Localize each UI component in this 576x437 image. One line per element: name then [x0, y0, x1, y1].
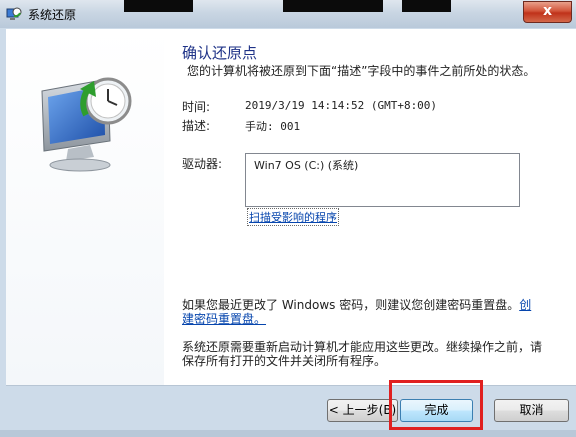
background-strip — [283, 0, 383, 12]
drives-label: 驱动器: — [182, 157, 223, 171]
background-strip — [402, 0, 451, 12]
password-note-text: 如果您最近更改了 Windows 密码，则建议您创建密码重置盘。 — [182, 298, 520, 312]
back-button[interactable]: < 上一步(B) — [327, 399, 398, 422]
divider — [6, 385, 576, 386]
system-restore-icon — [6, 7, 22, 20]
time-value: 2019/3/19 14:14:52 (GMT+8:00) — [245, 99, 438, 112]
restart-note: 系统还原需要重新启动计算机才能应用这些更改。继续操作之前，请保存所有打开的文件并… — [182, 340, 543, 368]
left-banner-pane — [6, 29, 164, 385]
password-note: 如果您最近更改了 Windows 密码，则建议您创建密码重置盘。创建密码重置盘。 — [182, 298, 542, 326]
window-title: 系统还原 — [28, 8, 77, 22]
description-value: 手动: 001 — [245, 120, 301, 133]
scan-affected-programs-link[interactable]: 扫描受影响的程序 — [247, 208, 339, 226]
background-strip — [124, 0, 193, 12]
drives-list[interactable]: Win7 OS (C:) (系统) — [245, 153, 520, 207]
main-content-pane — [164, 29, 576, 385]
description-label: 描述: — [182, 119, 211, 133]
cancel-button[interactable]: 取消 — [494, 399, 569, 422]
title-bar: 系统还原 x — [0, 0, 576, 29]
close-icon: x — [542, 3, 553, 19]
close-button[interactable]: x — [523, 1, 572, 23]
page-subtitle: 您的计算机将被还原到下面“描述”字段中的事件之前所处的状态。 — [187, 64, 536, 78]
computer-clock-icon — [41, 77, 132, 172]
list-item[interactable]: Win7 OS (C:) (系统) — [254, 157, 358, 173]
highlight-box — [389, 380, 483, 430]
window-bottom-edge — [0, 430, 576, 437]
time-label: 时间: — [182, 100, 211, 114]
page-title: 确认还原点 — [182, 44, 258, 62]
